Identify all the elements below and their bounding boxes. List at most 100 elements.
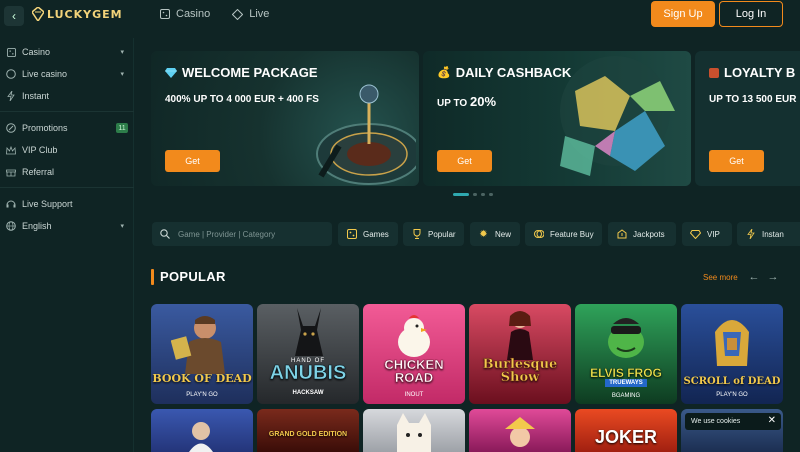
- scroll-right-button[interactable]: →: [766, 270, 780, 284]
- category-instant[interactable]: Instan: [737, 222, 800, 246]
- search-input[interactable]: [178, 229, 318, 239]
- game-tile[interactable]: [469, 409, 571, 452]
- game-title: BOOK OF DEAD: [152, 372, 252, 385]
- game-provider: PLAY'N GO: [186, 392, 218, 398]
- cookie-text: We use cookies: [691, 418, 741, 425]
- game-provider: INOUT: [404, 392, 424, 398]
- category-games[interactable]: Games: [338, 222, 398, 246]
- globe-icon: [6, 221, 16, 231]
- logo-text: LUCKYGEM: [47, 7, 123, 21]
- carousel-dot[interactable]: [481, 193, 485, 196]
- game-tile-hand-of-anubis[interactable]: HAND OF ANUBIS HACKSAW: [257, 304, 359, 404]
- money-bag-icon: 💰: [437, 67, 451, 79]
- crown-icon: [6, 145, 16, 155]
- get-button[interactable]: Get: [437, 150, 492, 172]
- chevron-down-icon: ▾: [120, 49, 124, 56]
- scroll-left-button[interactable]: ←: [747, 270, 761, 284]
- category-new[interactable]: ✹ New: [470, 222, 520, 246]
- banner-title: 💰 DAILY CASHBACK: [437, 65, 571, 80]
- game-tile-grand-gold-edition[interactable]: GRAND GOLD EDITION: [257, 409, 359, 452]
- banner-welcome-package[interactable]: WELCOME PACKAGE 400% UP TO 4 000 EUR + 4…: [151, 51, 419, 186]
- carousel-dot[interactable]: [473, 193, 477, 196]
- carousel-dot[interactable]: [453, 193, 469, 196]
- sidebar-item-live-casino[interactable]: Live casino ▾: [0, 65, 134, 83]
- lightning-icon: [745, 229, 756, 240]
- game-provider: BGAMING: [611, 393, 641, 399]
- explorer-character-image: [171, 316, 225, 374]
- game-title: ANUBIS: [269, 362, 347, 385]
- dancer-image: [507, 311, 533, 360]
- vip-icon: [690, 229, 701, 240]
- section-accent-bar: [151, 269, 154, 285]
- game-tile[interactable]: [363, 409, 465, 452]
- banner-daily-cashback[interactable]: 💰 DAILY CASHBACK UP TO 20% Get: [423, 51, 691, 186]
- nav-casino[interactable]: Casino: [160, 8, 210, 20]
- category-label: New: [495, 229, 512, 239]
- collapse-sidebar-button[interactable]: ‹: [4, 6, 24, 26]
- category-jackpots[interactable]: Jackpots: [608, 222, 676, 246]
- game-tile-scroll-of-dead[interactable]: SCROLL of DEAD PLAY'N GO: [681, 304, 783, 404]
- log-in-button[interactable]: Log In: [719, 1, 783, 27]
- game-tile-elvis-frog[interactable]: ELVIS FROG TRUEWAYS BGAMING: [575, 304, 677, 404]
- chicken-image: [398, 315, 430, 357]
- jester-image: [505, 417, 535, 447]
- carousel-dot[interactable]: [489, 193, 493, 196]
- sign-up-button[interactable]: Sign Up: [651, 1, 715, 27]
- nav-live[interactable]: Live: [232, 8, 269, 20]
- banner-title: LOYALTY B: [709, 65, 795, 80]
- sidebar-item-label: Instant: [22, 91, 50, 101]
- sidebar-item-vip-club[interactable]: VIP Club: [0, 141, 134, 159]
- sidebar-item-instant[interactable]: Instant: [0, 87, 134, 105]
- game-tile-burlesque-show[interactable]: Burlesque Show: [469, 304, 571, 404]
- cookie-notice: We use cookies ✕: [685, 413, 781, 430]
- lightning-icon: [6, 91, 16, 101]
- game-title: SCROLL of DEAD: [683, 376, 781, 387]
- game-title: ELVIS FROG: [590, 366, 662, 380]
- pharaoh-mask-image: [715, 320, 749, 366]
- sidebar-item-promotions[interactable]: Promotions 11: [0, 119, 134, 137]
- game-title: GRAND GOLD EDITION: [268, 431, 348, 438]
- sidebar-item-live-support[interactable]: Live Support: [0, 195, 134, 213]
- nav-casino-label: Casino: [176, 8, 211, 20]
- banner-title-text: LOYALTY B: [724, 65, 796, 80]
- category-label: VIP: [707, 229, 720, 239]
- sidebar: Casino ▾ Live casino ▾ Instant Promotion…: [0, 38, 134, 452]
- close-icon[interactable]: ✕: [768, 415, 776, 426]
- sidebar-item-language[interactable]: English ▾: [0, 217, 134, 235]
- game-title: JOKER: [594, 427, 657, 447]
- game-provider: HACKSAW: [292, 390, 324, 396]
- feature-buy-icon: [533, 229, 544, 240]
- carousel-dots: [453, 193, 493, 196]
- category-label: Instan: [762, 229, 784, 239]
- sidebar-item-label: VIP Club: [22, 145, 58, 155]
- sidebar-item-label: Live Support: [22, 199, 73, 209]
- live-casino-icon: [6, 69, 16, 79]
- banner-subtitle: UP TO 20%: [437, 94, 497, 109]
- see-more-link[interactable]: See more: [703, 273, 738, 282]
- sidebar-divider: [0, 111, 134, 112]
- search-box[interactable]: [152, 222, 332, 246]
- banner-loyalty[interactable]: LOYALTY B UP TO 13 500 EUR Get: [695, 51, 800, 186]
- get-button[interactable]: Get: [165, 150, 220, 172]
- top-nav: Casino Live: [160, 8, 269, 20]
- game-tile-chicken-road[interactable]: CHICKEN ROAD INOUT: [363, 304, 465, 404]
- game-tile-book-of-dead[interactable]: BOOK OF DEAD PLAY'N GO: [151, 304, 253, 404]
- chevron-left-icon: ‹: [12, 9, 16, 23]
- banner-subtitle: 400% UP TO 4 000 EUR + 400 FS: [165, 94, 319, 105]
- game-tile-joker[interactable]: JOKER: [575, 409, 677, 452]
- gift-icon: [709, 67, 719, 78]
- game-provider: PLAY'N GO: [716, 392, 748, 398]
- category-vip[interactable]: VIP: [682, 222, 732, 246]
- category-feature-buy[interactable]: Feature Buy: [525, 222, 602, 246]
- category-popular[interactable]: Popular: [403, 222, 464, 246]
- gem-logo-icon: [32, 7, 44, 21]
- game-tile[interactable]: [151, 409, 253, 452]
- anubis-head-image: [295, 308, 323, 356]
- sidebar-item-casino[interactable]: Casino ▾: [0, 43, 134, 61]
- sidebar-item-label: Promotions: [22, 123, 68, 133]
- jackpot-icon: [616, 229, 627, 240]
- get-button[interactable]: Get: [709, 150, 764, 172]
- category-label: Feature Buy: [550, 229, 594, 239]
- sidebar-item-referral[interactable]: Referral: [0, 163, 134, 181]
- logo[interactable]: LUCKYGEM: [32, 7, 123, 21]
